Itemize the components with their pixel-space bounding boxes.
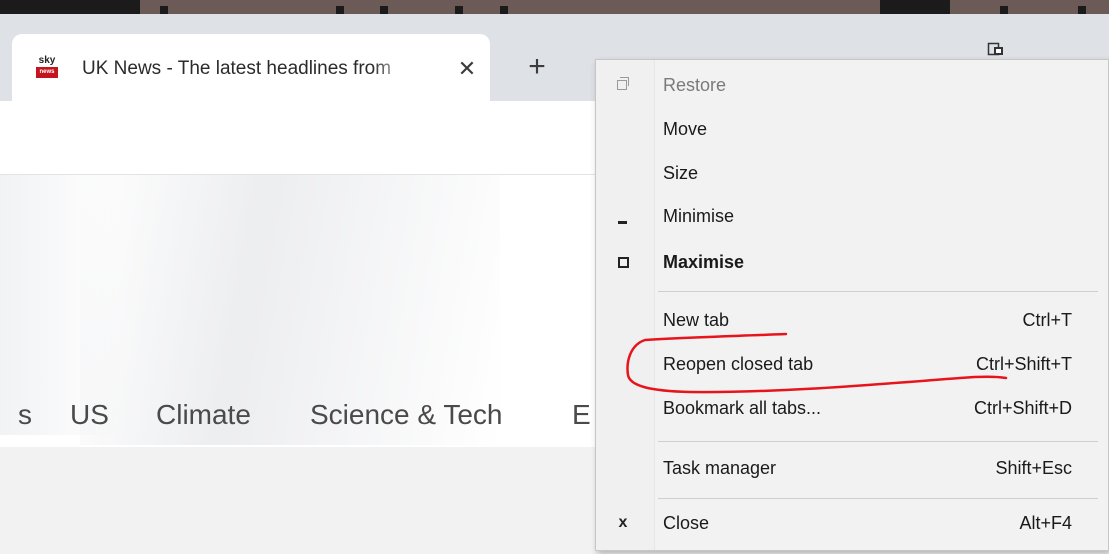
menu-item-new-tab[interactable]: New tab Ctrl+T <box>596 301 1108 339</box>
strip-mark <box>1078 6 1086 14</box>
tab-close-icon[interactable]: ✕ <box>454 56 480 82</box>
menu-item-minimise[interactable]: Minimise <box>596 197 1108 235</box>
nav-link-science-tech[interactable]: Science & Tech <box>310 393 503 437</box>
strip-mark <box>380 6 388 14</box>
window-context-menu: Restore Move Size Minimise Maximise New … <box>595 59 1109 551</box>
minimise-icon <box>618 221 627 224</box>
menu-item-shortcut: Shift+Esc <box>995 458 1072 478</box>
tab-sky-news[interactable]: sky news UK News - The latest headlines … <box>12 34 490 102</box>
background-window-strip <box>0 0 1109 14</box>
menu-item-maximise[interactable]: Maximise <box>596 243 1108 281</box>
menu-separator <box>658 498 1098 499</box>
menu-item-size[interactable]: Size <box>596 154 1108 192</box>
menu-item-shortcut: Ctrl+T <box>1022 310 1073 330</box>
menu-item-label: Task manager <box>663 458 777 478</box>
menu-item-label: Restore <box>663 75 727 95</box>
menu-separator <box>658 291 1098 292</box>
menu-item-bookmark-all-tabs[interactable]: Bookmark all tabs... Ctrl+Shift+D <box>596 389 1108 427</box>
menu-separator <box>658 441 1098 442</box>
menu-item-label: Size <box>663 163 699 183</box>
menu-item-task-manager[interactable]: Task manager Shift+Esc <box>596 449 1108 487</box>
strip-segment <box>880 0 950 14</box>
nav-link-us[interactable]: US <box>70 393 109 437</box>
menu-item-reopen-closed-tab[interactable]: Reopen closed tab Ctrl+Shift+T <box>596 345 1108 383</box>
menu-item-label: Bookmark all tabs... <box>663 398 822 418</box>
new-tab-button[interactable]: + <box>520 50 554 84</box>
menu-item-label: Close <box>663 513 710 533</box>
sky-news-favicon-icon: sky news <box>34 54 60 80</box>
menu-item-move[interactable]: Move <box>596 110 1108 148</box>
strip-segment <box>0 0 140 14</box>
window-restore-icon[interactable] <box>987 40 1005 58</box>
close-icon: x <box>618 514 628 531</box>
strip-mark <box>336 6 344 14</box>
favicon-bottom-text: news <box>36 67 58 78</box>
strip-mark <box>1000 6 1008 14</box>
tab-title: UK News - The latest headlines from <box>82 58 392 79</box>
nav-link-climate[interactable]: Climate <box>156 393 251 437</box>
strip-mark <box>455 6 463 14</box>
screen: sky news UK News - The latest headlines … <box>0 0 1109 554</box>
nav-link-partial-e[interactable]: E <box>572 393 591 437</box>
menu-item-label: Move <box>663 119 708 139</box>
menu-item-close[interactable]: x Close Alt+F4 <box>596 504 1108 542</box>
menu-item-label: Reopen closed tab <box>663 354 814 374</box>
menu-item-label: New tab <box>663 310 730 330</box>
menu-item-shortcut: Ctrl+Shift+D <box>973 398 1072 418</box>
strip-mark <box>160 6 168 14</box>
menu-item-shortcut: Ctrl+Shift+T <box>975 354 1072 374</box>
nav-link-partial[interactable]: s <box>18 393 32 437</box>
strip-mark <box>500 6 508 14</box>
menu-item-restore[interactable]: Restore <box>596 66 1108 104</box>
menu-item-label: Minimise <box>663 206 735 226</box>
restore-icon <box>617 77 629 90</box>
menu-item-label: Maximise <box>663 252 745 272</box>
maximise-icon <box>618 257 629 268</box>
favicon-top-text: sky <box>38 55 56 66</box>
menu-item-shortcut: Alt+F4 <box>1019 513 1072 533</box>
